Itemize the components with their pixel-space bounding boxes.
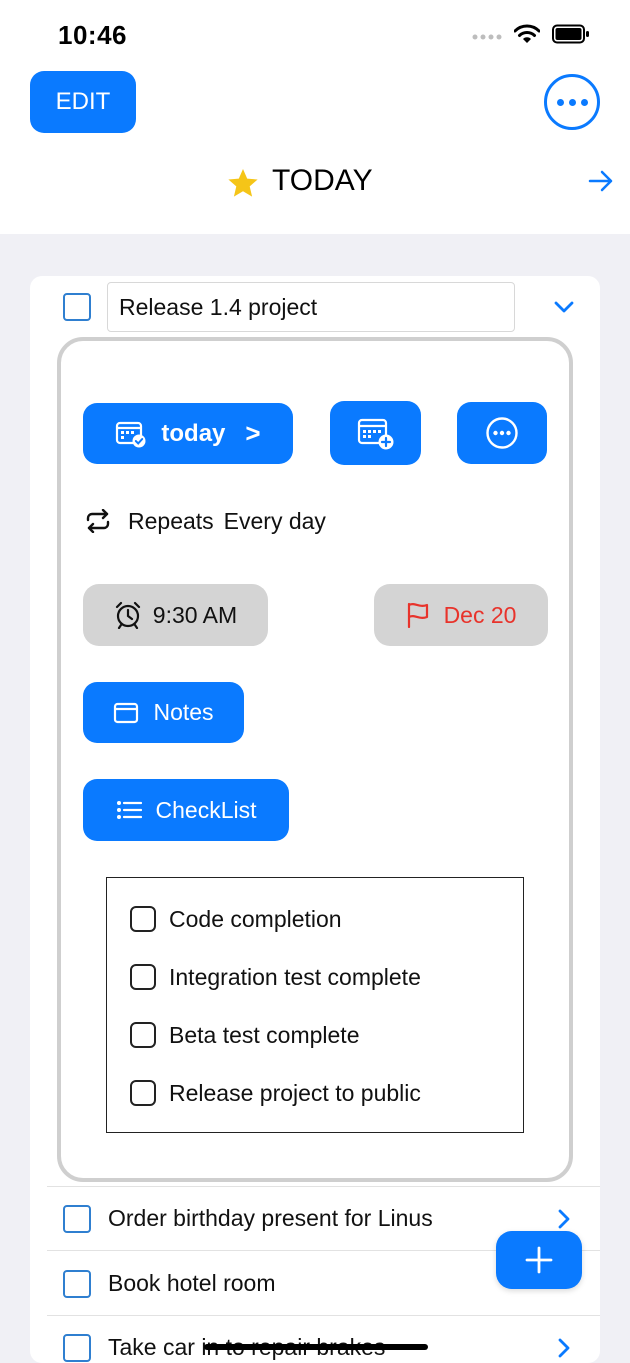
more-options-button[interactable] (544, 74, 600, 130)
status-time: 10:46 (58, 20, 127, 50)
repeats-value: Every day (223, 507, 326, 534)
ellipsis-circle-icon (485, 416, 519, 450)
row-separator (47, 1186, 600, 1187)
edit-button[interactable]: EDIT (30, 71, 136, 133)
task-row-text[interactable]: Book hotel room (108, 1270, 275, 1297)
checklist-item-text: Code completion (169, 905, 342, 932)
checklist-item-text: Beta test complete (169, 1021, 360, 1048)
date-button[interactable]: today > (83, 403, 293, 464)
chevron-down-icon[interactable] (554, 300, 574, 319)
task-row-text[interactable]: Order birthday present for Linus (108, 1205, 433, 1232)
notes-label: Notes (153, 699, 214, 725)
row-separator (47, 1315, 600, 1316)
date-button-label: today (161, 419, 226, 447)
task-checkbox[interactable] (63, 1334, 91, 1362)
ellipsis-circle-icon (556, 98, 564, 106)
ellipsis-dot (568, 98, 576, 106)
checklist-item[interactable]: Code completion (130, 904, 342, 934)
status-bar: 10:46 (0, 0, 630, 60)
calendar-add-icon (356, 416, 396, 450)
wifi-icon (513, 24, 541, 49)
list-bullet-icon (116, 800, 142, 820)
add-date-button[interactable] (330, 401, 421, 465)
checklist-checkbox[interactable] (130, 1080, 156, 1106)
page-title: TODAY (272, 164, 373, 197)
task-checkbox[interactable] (63, 1205, 91, 1233)
task-name-field[interactable]: Release 1.4 project (107, 282, 515, 332)
arrow-right-icon[interactable] (588, 170, 614, 197)
battery-icon (552, 24, 590, 49)
due-date-label: Dec 20 (443, 601, 517, 628)
checklist-button[interactable]: CheckList (83, 779, 289, 841)
task-checkbox[interactable] (63, 293, 91, 321)
checklist-container: Code completion Integration test complet… (106, 877, 524, 1133)
flag-icon (406, 602, 430, 628)
page-title-row: TODAY (0, 160, 630, 206)
window-icon (113, 702, 139, 724)
detail-more-button[interactable] (457, 402, 547, 464)
checklist-checkbox[interactable] (130, 1022, 156, 1048)
calendar-check-icon (115, 420, 147, 448)
checklist-item[interactable]: Integration test complete (130, 962, 421, 992)
home-indicator[interactable] (204, 1344, 428, 1350)
notes-button[interactable]: Notes (83, 682, 244, 743)
repeat-setting[interactable]: Repeats Every day (84, 504, 326, 538)
repeats-label: Repeats (128, 507, 214, 534)
repeat-icon (84, 509, 112, 533)
checklist-label: CheckList (155, 796, 257, 823)
checklist-item-text: Release project to public (169, 1079, 421, 1106)
checklist-item[interactable]: Beta test complete (130, 1020, 360, 1050)
signal-dots-icon (472, 28, 502, 46)
date-button-chevron: > (245, 418, 261, 448)
due-date-button[interactable]: Dec 20 (374, 584, 548, 646)
alarm-time-label: 9:30 AM (152, 601, 238, 628)
ellipsis-dot (580, 98, 588, 106)
checklist-checkbox[interactable] (130, 906, 156, 932)
alarm-time-button[interactable]: 9:30 AM (83, 584, 268, 646)
task-checkbox[interactable] (63, 1270, 91, 1298)
plus-icon (524, 1245, 554, 1275)
checklist-item-text: Integration test complete (169, 963, 421, 990)
chevron-right-icon[interactable] (557, 1338, 571, 1363)
star-icon (227, 168, 259, 203)
checklist-item[interactable]: Release project to public (130, 1078, 421, 1108)
alarm-clock-icon (114, 601, 142, 629)
add-task-button[interactable] (496, 1231, 582, 1289)
status-icons (472, 24, 590, 49)
checklist-checkbox[interactable] (130, 964, 156, 990)
